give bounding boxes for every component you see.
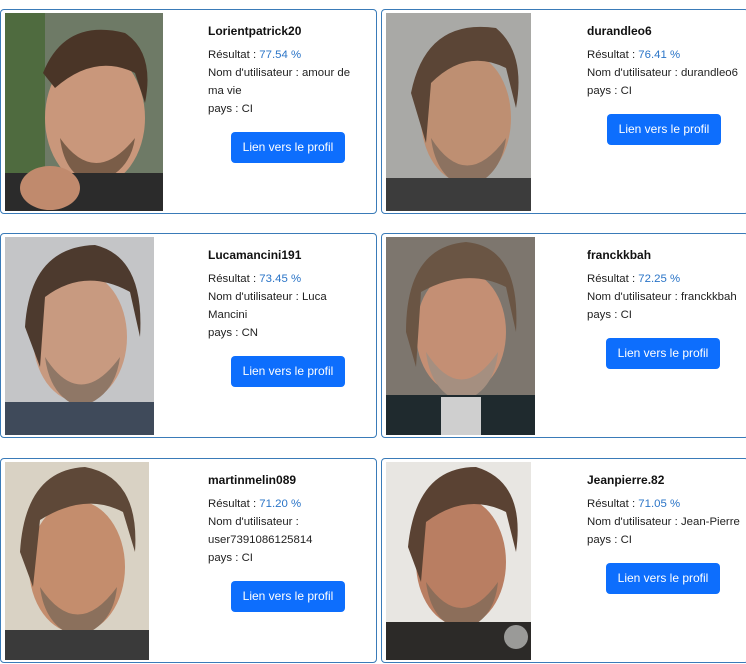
face-photo-icon — [5, 13, 163, 211]
username-label: Nom d'utilisateur : — [208, 67, 302, 79]
country-value: CI — [241, 552, 253, 564]
username-value: durandleo6 — [680, 67, 738, 79]
card-details: Résultat : 76.41 % Nom d'utilisateur : d… — [587, 46, 738, 100]
username-value-cont: ma vie — [208, 85, 242, 97]
profile-link-button[interactable]: Lien vers le profil — [607, 114, 721, 145]
card-title: Jeanpierre.82 — [587, 473, 665, 487]
country-label: pays : — [587, 309, 621, 321]
username-label: Nom d'utilisateur : — [208, 516, 299, 528]
username-label: Nom d'utilisateur : — [208, 291, 302, 303]
country-value: CI — [241, 103, 253, 115]
username-value-cont: user7391086125814 — [208, 534, 313, 546]
score-value: 71.20 % — [259, 498, 302, 510]
profile-link-button[interactable]: Lien vers le profil — [231, 132, 345, 163]
profile-photo — [386, 462, 531, 660]
face-photo-icon — [386, 13, 531, 211]
face-photo-icon — [386, 237, 535, 435]
profile-link-button[interactable]: Lien vers le profil — [231, 581, 345, 612]
profile-photo — [5, 237, 154, 435]
card-title: franckkbah — [587, 248, 652, 262]
score-label: Résultat : — [208, 498, 260, 510]
score-value: 71.05 % — [638, 498, 681, 510]
username-value: franckkbah — [680, 291, 737, 303]
score-label: Résultat : — [587, 498, 639, 510]
username-value: amour de — [301, 67, 351, 79]
card-details: Résultat : 72.25 % Nom d'utilisateur : f… — [587, 270, 737, 324]
score-label: Résultat : — [587, 49, 639, 61]
country-label: pays : — [587, 534, 621, 546]
card-details: Résultat : 71.20 % Nom d'utilisateur : u… — [208, 495, 313, 567]
card-title: Lucamancini191 — [208, 248, 302, 262]
card-title: martinmelin089 — [208, 473, 297, 487]
result-card: franckkbah Résultat : 72.25 % Nom d'util… — [381, 233, 746, 438]
profile-photo — [386, 237, 535, 435]
result-card: Lucamancini191 Résultat : 73.45 % Nom d'… — [0, 233, 377, 438]
face-photo-icon — [5, 462, 149, 660]
country-value: CI — [620, 85, 632, 97]
username-value-cont: Mancini — [208, 309, 248, 321]
face-photo-icon — [386, 462, 531, 660]
score-value: 73.45 % — [259, 273, 302, 285]
score-value: 72.25 % — [638, 273, 681, 285]
profile-link-button[interactable]: Lien vers le profil — [231, 356, 345, 387]
username-value: Luca — [301, 291, 327, 303]
country-label: pays : — [208, 552, 242, 564]
face-photo-icon — [5, 237, 154, 435]
profile-link-button[interactable]: Lien vers le profil — [606, 338, 720, 369]
score-value: 77.54 % — [259, 49, 302, 61]
result-card: Jeanpierre.82 Résultat : 71.05 % Nom d'u… — [381, 458, 746, 663]
card-title: Lorientpatrick20 — [208, 24, 302, 38]
result-card: Lorientpatrick20 Résultat : 77.54 % Nom … — [0, 9, 377, 214]
country-value: CI — [620, 534, 632, 546]
score-label: Résultat : — [208, 273, 260, 285]
card-details: Résultat : 73.45 % Nom d'utilisateur : L… — [208, 270, 327, 342]
profile-link-button[interactable]: Lien vers le profil — [606, 563, 720, 594]
card-details: Résultat : 71.05 % Nom d'utilisateur : J… — [587, 495, 740, 549]
country-value: CN — [241, 327, 259, 339]
country-value: CI — [620, 309, 632, 321]
profile-photo — [386, 13, 531, 211]
username-value: Jean-Pierre — [680, 516, 740, 528]
card-details: Résultat : 77.54 % Nom d'utilisateur : a… — [208, 46, 350, 118]
score-label: Résultat : — [208, 49, 260, 61]
card-title: durandleo6 — [587, 24, 652, 38]
username-label: Nom d'utilisateur : — [587, 516, 681, 528]
score-label: Résultat : — [587, 273, 639, 285]
country-label: pays : — [208, 103, 242, 115]
username-label: Nom d'utilisateur : — [587, 67, 681, 79]
country-label: pays : — [208, 327, 242, 339]
profile-photo — [5, 462, 149, 660]
username-label: Nom d'utilisateur : — [587, 291, 681, 303]
result-card: durandleo6 Résultat : 76.41 % Nom d'util… — [381, 9, 746, 214]
country-label: pays : — [587, 85, 621, 97]
score-value: 76.41 % — [638, 49, 681, 61]
profile-photo — [5, 13, 163, 211]
result-card: martinmelin089 Résultat : 71.20 % Nom d'… — [0, 458, 377, 663]
